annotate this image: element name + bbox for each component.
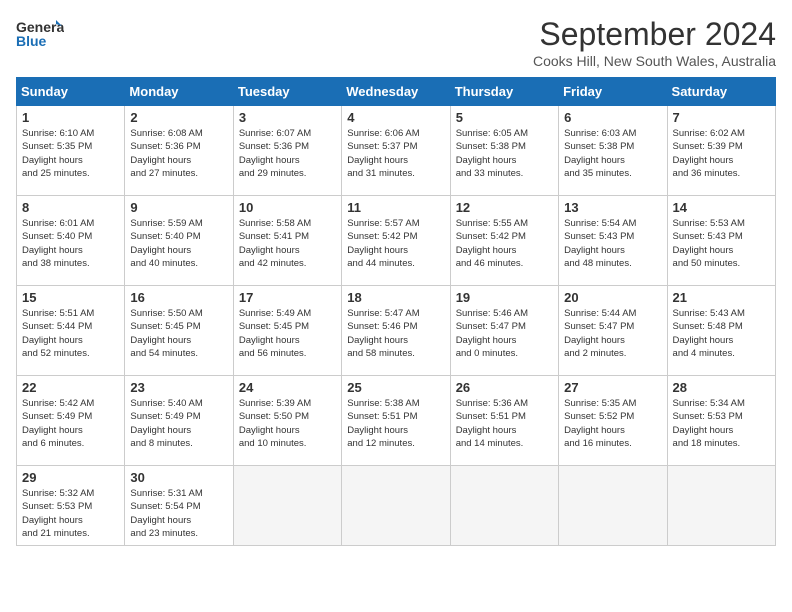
day-cell: 19Sunrise: 5:46 AMSunset: 5:47 PMDayligh…	[450, 286, 558, 376]
day-cell: 10Sunrise: 5:58 AMSunset: 5:41 PMDayligh…	[233, 196, 341, 286]
day-cell: 14Sunrise: 5:53 AMSunset: 5:43 PMDayligh…	[667, 196, 775, 286]
day-cell: 5Sunrise: 6:05 AMSunset: 5:38 PMDaylight…	[450, 106, 558, 196]
day-cell: 12Sunrise: 5:55 AMSunset: 5:42 PMDayligh…	[450, 196, 558, 286]
day-cell	[559, 466, 667, 546]
month-title: September 2024	[533, 16, 776, 53]
header-saturday: Saturday	[667, 78, 775, 106]
day-cell: 2Sunrise: 6:08 AMSunset: 5:36 PMDaylight…	[125, 106, 233, 196]
day-cell: 27Sunrise: 5:35 AMSunset: 5:52 PMDayligh…	[559, 376, 667, 466]
day-cell: 16Sunrise: 5:50 AMSunset: 5:45 PMDayligh…	[125, 286, 233, 376]
header-wednesday: Wednesday	[342, 78, 450, 106]
day-cell: 22Sunrise: 5:42 AMSunset: 5:49 PMDayligh…	[17, 376, 125, 466]
day-cell: 17Sunrise: 5:49 AMSunset: 5:45 PMDayligh…	[233, 286, 341, 376]
day-cell	[450, 466, 558, 546]
day-cell: 30Sunrise: 5:31 AMSunset: 5:54 PMDayligh…	[125, 466, 233, 546]
day-cell: 25Sunrise: 5:38 AMSunset: 5:51 PMDayligh…	[342, 376, 450, 466]
svg-text:Blue: Blue	[16, 33, 47, 49]
header-tuesday: Tuesday	[233, 78, 341, 106]
day-cell: 1Sunrise: 6:10 AMSunset: 5:35 PMDaylight…	[17, 106, 125, 196]
day-cell: 15Sunrise: 5:51 AMSunset: 5:44 PMDayligh…	[17, 286, 125, 376]
title-area: September 2024 Cooks Hill, New South Wal…	[533, 16, 776, 69]
header-monday: Monday	[125, 78, 233, 106]
header-friday: Friday	[559, 78, 667, 106]
day-cell: 9Sunrise: 5:59 AMSunset: 5:40 PMDaylight…	[125, 196, 233, 286]
day-cell: 26Sunrise: 5:36 AMSunset: 5:51 PMDayligh…	[450, 376, 558, 466]
day-cell: 21Sunrise: 5:43 AMSunset: 5:48 PMDayligh…	[667, 286, 775, 376]
day-cell: 3Sunrise: 6:07 AMSunset: 5:36 PMDaylight…	[233, 106, 341, 196]
day-cell	[233, 466, 341, 546]
calendar-table: SundayMondayTuesdayWednesdayThursdayFrid…	[16, 77, 776, 546]
logo-svg: General Blue	[16, 16, 64, 52]
day-cell: 20Sunrise: 5:44 AMSunset: 5:47 PMDayligh…	[559, 286, 667, 376]
day-cell: 4Sunrise: 6:06 AMSunset: 5:37 PMDaylight…	[342, 106, 450, 196]
day-cell: 6Sunrise: 6:03 AMSunset: 5:38 PMDaylight…	[559, 106, 667, 196]
calendar-week-0: 1Sunrise: 6:10 AMSunset: 5:35 PMDaylight…	[17, 106, 776, 196]
header-row: SundayMondayTuesdayWednesdayThursdayFrid…	[17, 78, 776, 106]
day-cell: 24Sunrise: 5:39 AMSunset: 5:50 PMDayligh…	[233, 376, 341, 466]
day-cell: 29Sunrise: 5:32 AMSunset: 5:53 PMDayligh…	[17, 466, 125, 546]
day-cell: 28Sunrise: 5:34 AMSunset: 5:53 PMDayligh…	[667, 376, 775, 466]
day-cell: 11Sunrise: 5:57 AMSunset: 5:42 PMDayligh…	[342, 196, 450, 286]
calendar-week-1: 8Sunrise: 6:01 AMSunset: 5:40 PMDaylight…	[17, 196, 776, 286]
day-cell: 13Sunrise: 5:54 AMSunset: 5:43 PMDayligh…	[559, 196, 667, 286]
header-sunday: Sunday	[17, 78, 125, 106]
day-cell: 8Sunrise: 6:01 AMSunset: 5:40 PMDaylight…	[17, 196, 125, 286]
header: General Blue September 2024 Cooks Hill, …	[16, 16, 776, 69]
calendar-week-3: 22Sunrise: 5:42 AMSunset: 5:49 PMDayligh…	[17, 376, 776, 466]
day-cell: 7Sunrise: 6:02 AMSunset: 5:39 PMDaylight…	[667, 106, 775, 196]
day-cell: 23Sunrise: 5:40 AMSunset: 5:49 PMDayligh…	[125, 376, 233, 466]
day-cell: 18Sunrise: 5:47 AMSunset: 5:46 PMDayligh…	[342, 286, 450, 376]
logo: General Blue	[16, 16, 64, 52]
calendar-week-2: 15Sunrise: 5:51 AMSunset: 5:44 PMDayligh…	[17, 286, 776, 376]
day-cell	[342, 466, 450, 546]
day-cell	[667, 466, 775, 546]
calendar-week-4: 29Sunrise: 5:32 AMSunset: 5:53 PMDayligh…	[17, 466, 776, 546]
location: Cooks Hill, New South Wales, Australia	[533, 53, 776, 69]
header-thursday: Thursday	[450, 78, 558, 106]
